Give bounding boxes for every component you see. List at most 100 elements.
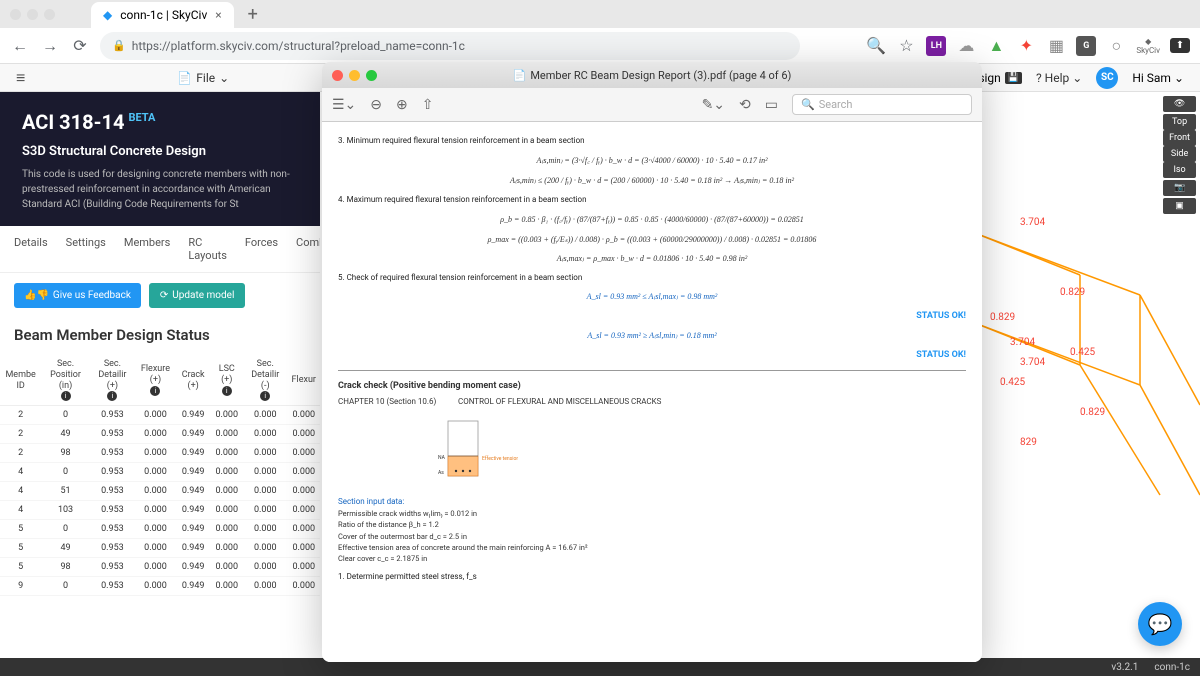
update-model-button[interactable]: ⟳ Update model <box>149 283 245 308</box>
ext-calendar-icon[interactable]: ▦ <box>1046 36 1066 55</box>
browser-tab[interactable]: ◆ conn-1c | SkyCiv × <box>91 2 234 28</box>
pdf-annotate[interactable]: ✎⌄ <box>702 97 725 113</box>
pdf-eq5b: A_sl = 0.93 mm² ≥ A₍sl,min₎ = 0.18 mm² <box>338 331 966 340</box>
table-row[interactable]: 5980.9530.0000.9490.0000.0000.000 <box>0 558 320 577</box>
view-front-button[interactable]: Front <box>1163 130 1196 146</box>
table-row[interactable]: 400.9530.0000.9490.0000.0000.000 <box>0 463 320 482</box>
macos-maximize[interactable] <box>44 9 55 20</box>
pdf-zoom-out[interactable]: ⊖ <box>370 97 382 113</box>
design-status-table: Membe ID Sec. Positior (in)i Sec. Detail… <box>0 356 320 596</box>
pdf-toolbar: ☰⌄ ⊖ ⊕ ⇧ ✎⌄ ⟲ ▭ 🔍 Search <box>322 88 982 122</box>
panel-tab-details[interactable]: Details <box>14 236 48 262</box>
chevron-down-icon: ⌄ <box>1072 71 1082 85</box>
panel-tab-forces[interactable]: Forces <box>245 236 278 262</box>
pdf-sidebar-toggle[interactable]: ☰⌄ <box>332 97 356 113</box>
info-icon: i <box>107 391 117 401</box>
col-sec-det2: Sec. Detailir (-)i <box>243 356 288 406</box>
table-row[interactable]: 500.9530.0000.9490.0000.0000.000 <box>0 520 320 539</box>
ext-tree-icon[interactable]: ▲ <box>986 36 1006 56</box>
view-eye-button[interactable]: 👁 <box>1163 96 1196 112</box>
table-row[interactable]: 2490.9530.0000.9490.0000.0000.000 <box>0 425 320 444</box>
ext-circle-icon[interactable]: ○ <box>1106 36 1126 56</box>
star-icon[interactable]: ☆ <box>896 36 916 55</box>
table-row[interactable]: 4510.9530.0000.9490.0000.0000.000 <box>0 482 320 501</box>
pdf-zoom-in[interactable]: ⊕ <box>396 97 408 113</box>
ext-puzzle-icon[interactable]: ✦ <box>1016 36 1036 55</box>
col-flexur2: Flexur <box>288 356 320 406</box>
chat-button[interactable]: 💬 <box>1138 602 1182 646</box>
ext-cloud-icon[interactable]: ☁ <box>956 36 976 55</box>
panel-tab-rc layouts[interactable]: RC Layouts <box>188 236 227 262</box>
file-menu[interactable]: 📄 File ⌄ <box>177 71 229 85</box>
svg-text:829: 829 <box>1020 437 1037 448</box>
svg-text:As: As <box>438 470 444 476</box>
macos-minimize[interactable] <box>27 9 38 20</box>
pdf-share[interactable]: ⇧ <box>422 97 434 113</box>
pdf-search-input[interactable]: 🔍 Search <box>792 94 972 115</box>
search-icon: 🔍 <box>801 98 815 111</box>
view-layers-button[interactable]: ▣ <box>1163 198 1196 214</box>
close-tab-icon[interactable]: × <box>215 8 221 22</box>
ext-skyciv[interactable]: ◆SkyCiv <box>1136 37 1160 55</box>
reload-button[interactable]: ⟳ <box>70 36 90 55</box>
svg-text:3.704: 3.704 <box>1020 357 1045 368</box>
feedback-button[interactable]: 👍👎 Give us Feedback <box>14 283 141 308</box>
help-menu[interactable]: ? Help ⌄ <box>1036 71 1082 85</box>
table-row[interactable]: 200.9530.0000.9490.0000.0000.000 <box>0 406 320 425</box>
panel-title: Beam Member Design Status <box>0 318 320 356</box>
search-icon[interactable]: 🔍 <box>866 36 886 55</box>
svg-text:0.829: 0.829 <box>990 312 1015 323</box>
back-button[interactable]: ← <box>10 36 30 56</box>
table-row[interactable]: 5490.9530.0000.9490.0000.0000.000 <box>0 539 320 558</box>
col-sec-det: Sec. Detailir (+)i <box>90 356 135 406</box>
code-title: ACI 318-14BETA <box>22 110 298 134</box>
pdf-rotate[interactable]: ⟲ <box>739 97 751 113</box>
url-bar[interactable]: 🔒 https://platform.skyciv.com/structural… <box>100 32 800 60</box>
pdf-eq4c: A₍s,max₎ = ρ_max · b_w · d = 0.01806 · 1… <box>338 254 966 263</box>
col-crack: Crack (+) <box>176 356 211 406</box>
table-row[interactable]: 900.9530.0000.9490.0000.0000.000 <box>0 577 320 596</box>
user-greeting[interactable]: Hi Sam ⌄ <box>1132 71 1184 85</box>
macos-close[interactable] <box>10 9 21 20</box>
pdf-preview-window[interactable]: 📄Member RC Beam Design Report (3).pdf (p… <box>322 62 982 662</box>
tab-title: conn-1c | SkyCiv <box>120 8 207 22</box>
design-save-icon: 💾 <box>1005 72 1022 84</box>
browser-tab-strip: ◆ conn-1c | SkyCiv × + <box>0 0 1200 28</box>
panel-tab-settings[interactable]: Settings <box>66 236 106 262</box>
pdf-titlebar[interactable]: 📄Member RC Beam Design Report (3).pdf (p… <box>322 62 982 88</box>
refresh-icon: ⟳ <box>160 290 168 301</box>
col-flexure: Flexure (+)i <box>135 356 176 406</box>
panel-tab-members[interactable]: Members <box>124 236 171 262</box>
tab-favicon: ◆ <box>103 8 112 22</box>
ext-g[interactable]: G <box>1076 36 1096 56</box>
svg-text:0.829: 0.829 <box>1080 407 1105 418</box>
chevron-down-icon: ⌄ <box>219 71 229 85</box>
ext-lh[interactable]: LH <box>926 36 946 56</box>
table-row[interactable]: 41030.9530.0000.9490.0000.0000.000 <box>0 501 320 520</box>
panel-tabs: DetailsSettingsMembersRC LayoutsForcesCo… <box>0 226 320 273</box>
ext-up-icon[interactable]: ⬆ <box>1170 38 1190 53</box>
hamburger-icon[interactable]: ≡ <box>16 68 25 88</box>
pdf-chapter: CHAPTER 10 (Section 10.6) <box>338 397 438 406</box>
pdf-page-content[interactable]: 3. Minimum required flexural tension rei… <box>322 122 982 662</box>
beam-cross-section-diagram: NA As Effective tension area A <box>438 416 498 486</box>
pdf-sec4: 4. Maximum required flexural tension rei… <box>338 195 966 204</box>
forward-button[interactable]: → <box>40 36 60 56</box>
view-side-button[interactable]: Side <box>1163 146 1196 162</box>
pdf-maximize[interactable] <box>366 70 377 81</box>
view-iso-button[interactable]: Iso <box>1163 162 1196 178</box>
pdf-close[interactable] <box>332 70 343 81</box>
table-row[interactable]: 2980.9530.0000.9490.0000.0000.000 <box>0 444 320 463</box>
pdf-crop[interactable]: ▭ <box>765 97 778 113</box>
info-icon: i <box>150 386 160 396</box>
new-tab-button[interactable]: + <box>248 4 258 25</box>
pdf-minimize[interactable] <box>349 70 360 81</box>
thumbs-icon: 👍👎 <box>24 290 49 301</box>
info-icon: i <box>61 391 71 401</box>
chevron-down-icon: ⌄ <box>1174 71 1184 85</box>
view-camera-button[interactable]: 📷 <box>1163 180 1196 196</box>
pdf-eq4a: ρ_b = 0.85 · β₁ · (f꜀/fᵧ) · (87/(87+fᵧ))… <box>338 214 966 225</box>
view-top-button[interactable]: Top <box>1163 114 1196 130</box>
user-avatar[interactable]: SC <box>1096 67 1118 89</box>
design-panel: DetailsSettingsMembersRC LayoutsForcesCo… <box>0 226 320 596</box>
